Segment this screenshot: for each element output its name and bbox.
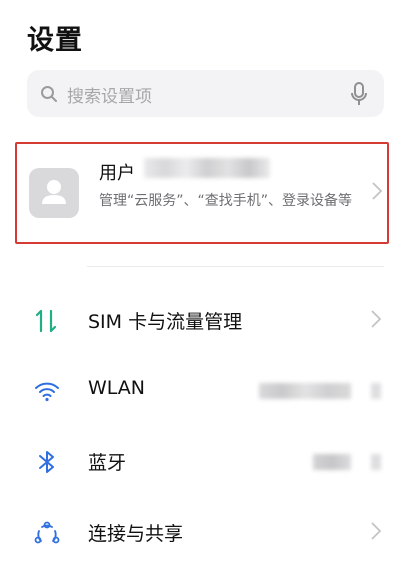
- settings-item-connection-sharing[interactable]: 连接与共享: [0, 505, 409, 561]
- account-id-blurred: [144, 158, 270, 178]
- chevron-right-icon: [371, 454, 381, 470]
- account-subtitle: 管理“云服务”、“查找手机”、登录设备等: [99, 193, 353, 209]
- settings-item-sim[interactable]: SIM 卡与流量管理: [0, 293, 409, 349]
- wifi-icon: [33, 377, 61, 405]
- settings-item-wlan[interactable]: WLAN: [0, 363, 409, 419]
- bluetooth-status-blurred: [313, 454, 351, 470]
- search-bar[interactable]: 搜索设置项: [27, 70, 384, 117]
- wlan-network-blurred: [259, 383, 351, 399]
- account-card[interactable]: 用户 管理“云服务”、“查找手机”、登录设备等: [15, 142, 389, 244]
- settings-page: 设置 搜索设置项 用户 管理“云服务”、“查找手机”、登录设备等 SIM 卡与流…: [0, 0, 409, 577]
- chevron-right-icon: [371, 310, 382, 332]
- bluetooth-icon: [33, 448, 61, 476]
- sim-data-icon: [33, 307, 61, 335]
- settings-item-label: WLAN: [88, 377, 146, 399]
- avatar[interactable]: [29, 168, 79, 218]
- settings-item-label: SIM 卡与流量管理: [88, 311, 243, 333]
- search-icon: [40, 85, 58, 107]
- settings-item-bluetooth[interactable]: 蓝牙: [0, 434, 409, 490]
- search-placeholder[interactable]: 搜索设置项: [67, 82, 152, 107]
- chevron-right-icon: [371, 383, 381, 399]
- settings-item-label: 蓝牙: [88, 452, 127, 474]
- divider: [87, 266, 384, 267]
- chevron-right-icon: [372, 182, 383, 204]
- settings-item-label: 连接与共享: [88, 523, 184, 545]
- account-name: 用户: [99, 163, 135, 184]
- page-title: 设置: [27, 25, 83, 56]
- chevron-right-icon: [371, 522, 382, 544]
- microphone-icon[interactable]: [351, 82, 367, 110]
- connection-share-icon: [33, 519, 61, 547]
